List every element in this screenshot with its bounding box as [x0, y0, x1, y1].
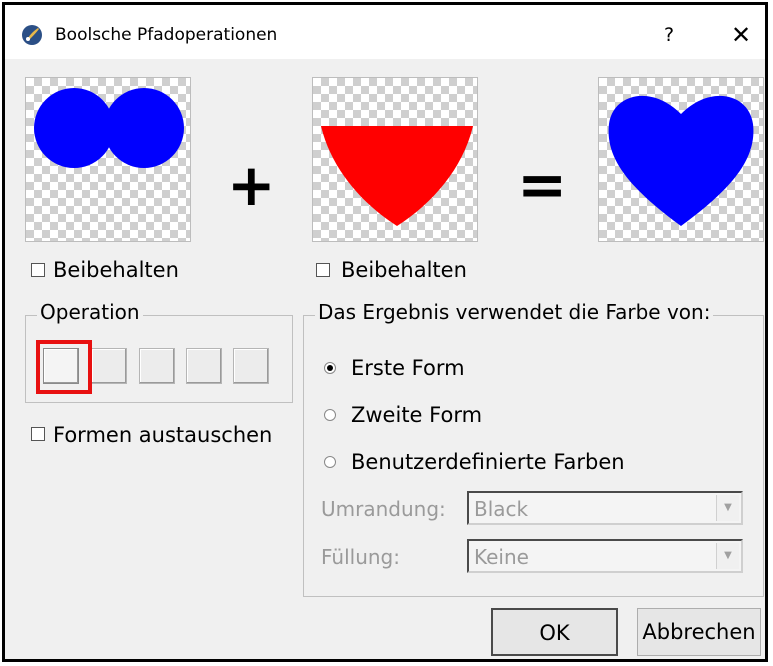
- keep-first-label: Beibehalten: [53, 258, 179, 282]
- radio-custom-colors-label: Benutzerdefinierte Farben: [351, 450, 625, 474]
- outline-label: Umrandung:: [321, 497, 446, 521]
- fill-color-select[interactable]: Keine ▼: [467, 539, 743, 573]
- window-title: Boolsche Pfadoperationen: [55, 25, 278, 45]
- help-button[interactable]: ?: [655, 21, 683, 49]
- result-color-group-title: Das Ergebnis verwendet die Farbe von:: [315, 300, 714, 324]
- radio-first-shape[interactable]: [324, 362, 336, 374]
- operation-button-difference[interactable]: [91, 348, 127, 384]
- cancel-button[interactable]: Abbrechen: [637, 608, 761, 656]
- selected-operation-highlight: [36, 340, 92, 394]
- second-shape-graphic: [321, 126, 473, 226]
- swap-shapes-label: Formen austauschen: [53, 423, 273, 447]
- keep-second-checkbox[interactable]: [316, 263, 330, 277]
- operation-button-division[interactable]: [233, 348, 269, 384]
- plus-sign: +: [227, 151, 276, 219]
- result-shape-graphic: [608, 95, 754, 227]
- radio-second-shape[interactable]: [324, 409, 336, 421]
- chevron-down-icon: ▼: [716, 543, 739, 569]
- first-shape-graphic: [34, 88, 184, 168]
- operation-button-intersection[interactable]: [139, 348, 175, 384]
- outline-color-select[interactable]: Black ▼: [467, 491, 743, 525]
- second-shape-preview: [312, 77, 478, 242]
- close-button[interactable]: ✕: [725, 19, 757, 51]
- operation-group-title: Operation: [37, 300, 143, 324]
- radio-second-shape-label: Zweite Form: [351, 403, 483, 427]
- title-bar: Boolsche Pfadoperationen ? ✕: [5, 5, 765, 59]
- result-shape-preview: [598, 77, 764, 242]
- first-shape-preview: [25, 77, 191, 242]
- app-icon: [22, 25, 42, 45]
- radio-custom-colors[interactable]: [324, 456, 336, 468]
- ok-button[interactable]: OK: [491, 608, 618, 656]
- radio-first-shape-label: Erste Form: [351, 356, 465, 380]
- outline-color-value: Black: [474, 497, 529, 521]
- keep-first-checkbox[interactable]: [31, 263, 45, 277]
- fill-color-value: Keine: [474, 545, 529, 569]
- chevron-down-icon: ▼: [716, 495, 739, 521]
- equals-sign: =: [517, 150, 568, 220]
- fill-label: Füllung:: [321, 545, 400, 569]
- boolean-path-operations-dialog: Boolsche Pfadoperationen ? ✕ + = Beibeha…: [2, 2, 768, 662]
- operation-button-exclusion[interactable]: [186, 348, 222, 384]
- swap-shapes-checkbox[interactable]: [31, 427, 45, 441]
- keep-second-label: Beibehalten: [341, 258, 467, 282]
